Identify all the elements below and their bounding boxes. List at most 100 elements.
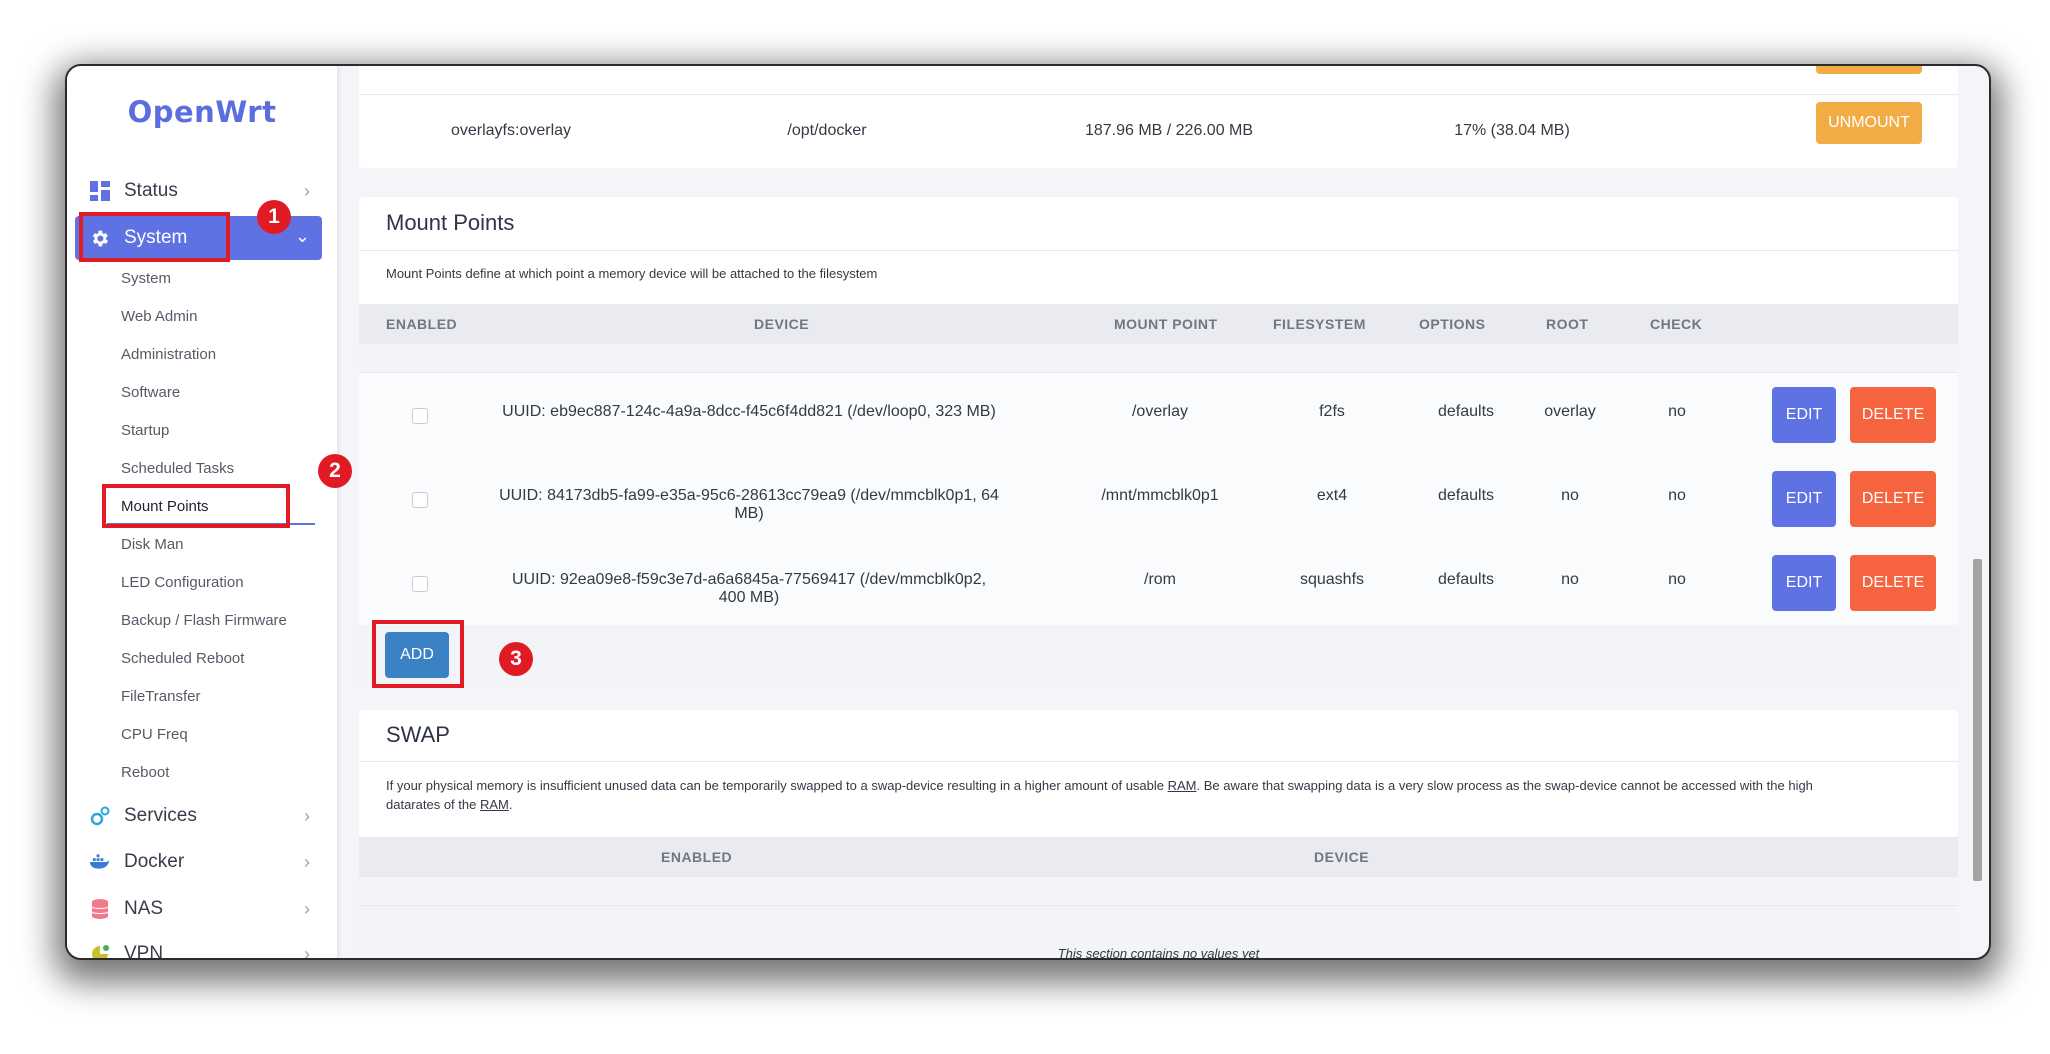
row-filesystem: f2fs bbox=[1319, 403, 1345, 420]
browser-window: OpenWrt Status › System ⌄ System Web Adm… bbox=[65, 64, 1991, 960]
mount-points-card: Mount Points Mount Points define at whic… bbox=[359, 197, 1958, 688]
row-mount-point: /overlay bbox=[1131, 403, 1189, 420]
swap-description-part: If your physical memory is insufficient … bbox=[386, 778, 1168, 793]
delete-button[interactable]: DELETE bbox=[1850, 471, 1936, 527]
enabled-checkbox[interactable] bbox=[412, 408, 428, 424]
header-spacer bbox=[359, 344, 1958, 373]
step-badge-3: 3 bbox=[499, 642, 533, 676]
step-badge-2: 2 bbox=[318, 454, 352, 488]
row-root: no bbox=[1561, 487, 1579, 504]
mounted-filesystems-prev-row bbox=[359, 66, 1958, 95]
sub-administration[interactable]: Administration bbox=[121, 346, 216, 363]
header-check: CHECK bbox=[1650, 316, 1703, 332]
chevron-right-icon: › bbox=[304, 852, 310, 872]
row-root: overlay bbox=[1544, 403, 1596, 420]
header-enabled: ENABLED bbox=[386, 316, 458, 332]
vpn-icon bbox=[89, 944, 110, 958]
ram-abbr: RAM bbox=[1167, 778, 1197, 793]
nav-services[interactable]: Services › bbox=[75, 794, 322, 838]
services-icon bbox=[89, 806, 110, 827]
swap-description-part: datarates of the bbox=[386, 797, 480, 812]
chevron-down-icon: ⌄ bbox=[294, 226, 310, 246]
mounted-available: 187.96 MB / 226.00 MB bbox=[1084, 122, 1254, 139]
unmount-button[interactable]: UNMOUNT bbox=[1816, 102, 1922, 144]
highlight-add-button bbox=[372, 620, 464, 688]
nav-status-label: Status bbox=[124, 180, 178, 201]
sub-software[interactable]: Software bbox=[121, 384, 180, 401]
enabled-checkbox[interactable] bbox=[412, 576, 428, 592]
delete-button[interactable]: DELETE bbox=[1850, 387, 1936, 443]
sub-led-configuration[interactable]: LED Configuration bbox=[121, 574, 244, 591]
row-device: UUID: 92ea09e8-f59c3e7d-a6a6845a-7756941… bbox=[511, 571, 987, 606]
sub-disk-man[interactable]: Disk Man bbox=[121, 536, 184, 553]
ram-abbr: RAM bbox=[479, 797, 509, 812]
sub-scheduled-reboot[interactable]: Scheduled Reboot bbox=[121, 650, 244, 667]
chevron-right-icon: › bbox=[304, 181, 310, 201]
table-row: UUID: eb9ec887-124c-4a9a-8dcc-f45c6f4dd8… bbox=[359, 373, 1958, 458]
mount-points-description: Mount Points define at which point a mem… bbox=[386, 266, 878, 281]
enabled-checkbox[interactable] bbox=[412, 492, 428, 508]
edit-button[interactable]: EDIT bbox=[1772, 471, 1836, 527]
swap-empty-row: This section contains no values yet bbox=[359, 906, 1958, 960]
openwrt-logo[interactable]: OpenWrt bbox=[67, 95, 337, 129]
database-icon bbox=[89, 899, 110, 920]
nav-services-label: Services bbox=[124, 805, 197, 826]
header-root: ROOT bbox=[1546, 316, 1589, 332]
table-footer: ADD bbox=[359, 625, 1958, 688]
mounted-used: 17% (38.04 MB) bbox=[1454, 122, 1570, 139]
row-check: no bbox=[1668, 403, 1686, 420]
swap-header-row: ENABLED DEVICE bbox=[359, 837, 1958, 877]
swap-header-enabled: ENABLED bbox=[661, 849, 733, 865]
nav-docker[interactable]: Docker › bbox=[75, 840, 322, 884]
sub-reboot[interactable]: Reboot bbox=[121, 764, 169, 781]
row-options: defaults bbox=[1437, 403, 1495, 420]
swap-description-part: . Be aware that swapping data is a very … bbox=[1196, 778, 1813, 793]
swap-description: If your physical memory is insufficient … bbox=[386, 776, 1936, 814]
header-filesystem: FILESYSTEM bbox=[1273, 316, 1366, 332]
sub-system[interactable]: System bbox=[121, 270, 171, 287]
header-device: DEVICE bbox=[754, 316, 810, 332]
swap-description-part: . bbox=[508, 797, 513, 812]
row-device: UUID: eb9ec887-124c-4a9a-8dcc-f45c6f4dd8… bbox=[502, 403, 996, 420]
row-device: UUID: 84173db5-fa99-e35a-95c6-28613cc79e… bbox=[499, 487, 999, 522]
swap-empty-text: This section contains no values yet bbox=[1057, 946, 1260, 960]
highlight-mount-points bbox=[102, 484, 290, 528]
nav-nas[interactable]: NAS › bbox=[75, 887, 322, 931]
edit-button[interactable]: EDIT bbox=[1772, 387, 1836, 443]
mount-points-title: Mount Points bbox=[386, 210, 515, 235]
divider bbox=[359, 761, 1958, 762]
row-check: no bbox=[1668, 487, 1686, 504]
sub-cpu-freq[interactable]: CPU Freq bbox=[121, 726, 188, 743]
nav-docker-label: Docker bbox=[124, 851, 185, 872]
mounted-filesystems-card: overlayfs:overlay /opt/docker 187.96 MB … bbox=[359, 66, 1958, 168]
edit-button[interactable]: EDIT bbox=[1772, 555, 1836, 611]
docker-icon bbox=[89, 852, 110, 873]
swap-title: SWAP bbox=[386, 722, 450, 747]
sub-web-admin[interactable]: Web Admin bbox=[121, 308, 197, 325]
row-options: defaults bbox=[1437, 487, 1495, 504]
header-spacer bbox=[359, 877, 1958, 906]
mounted-mount-point: /opt/docker bbox=[787, 122, 867, 139]
highlight-system-menu bbox=[79, 212, 230, 262]
header-mount-point: MOUNT POINT bbox=[1114, 316, 1218, 332]
swap-card: SWAP If your physical memory is insuffic… bbox=[359, 710, 1958, 960]
sub-backup-flash-firmware[interactable]: Backup / Flash Firmware bbox=[121, 612, 287, 629]
step-badge-1: 1 bbox=[257, 200, 291, 234]
swap-header-device: DEVICE bbox=[1314, 849, 1370, 865]
sub-startup[interactable]: Startup bbox=[121, 422, 169, 439]
delete-button[interactable]: DELETE bbox=[1850, 555, 1936, 611]
row-root: no bbox=[1561, 571, 1579, 588]
scrollbar-thumb[interactable] bbox=[1973, 559, 1982, 881]
nav-vpn-label: VPN bbox=[124, 943, 164, 960]
row-check: no bbox=[1668, 571, 1686, 588]
sub-filetransfer[interactable]: FileTransfer bbox=[121, 688, 200, 705]
row-mount-point: /mnt/mmcblk0p1 bbox=[1101, 487, 1219, 504]
unmount-button-partial[interactable] bbox=[1816, 66, 1922, 74]
row-filesystem: ext4 bbox=[1316, 487, 1348, 504]
chevron-right-icon: › bbox=[304, 806, 310, 826]
nav-vpn[interactable]: VPN › bbox=[75, 932, 322, 960]
sub-scheduled-tasks[interactable]: Scheduled Tasks bbox=[121, 460, 234, 477]
divider bbox=[359, 250, 1958, 251]
table-row: UUID: 84173db5-fa99-e35a-95c6-28613cc79e… bbox=[359, 457, 1958, 542]
header-options: OPTIONS bbox=[1419, 316, 1486, 332]
